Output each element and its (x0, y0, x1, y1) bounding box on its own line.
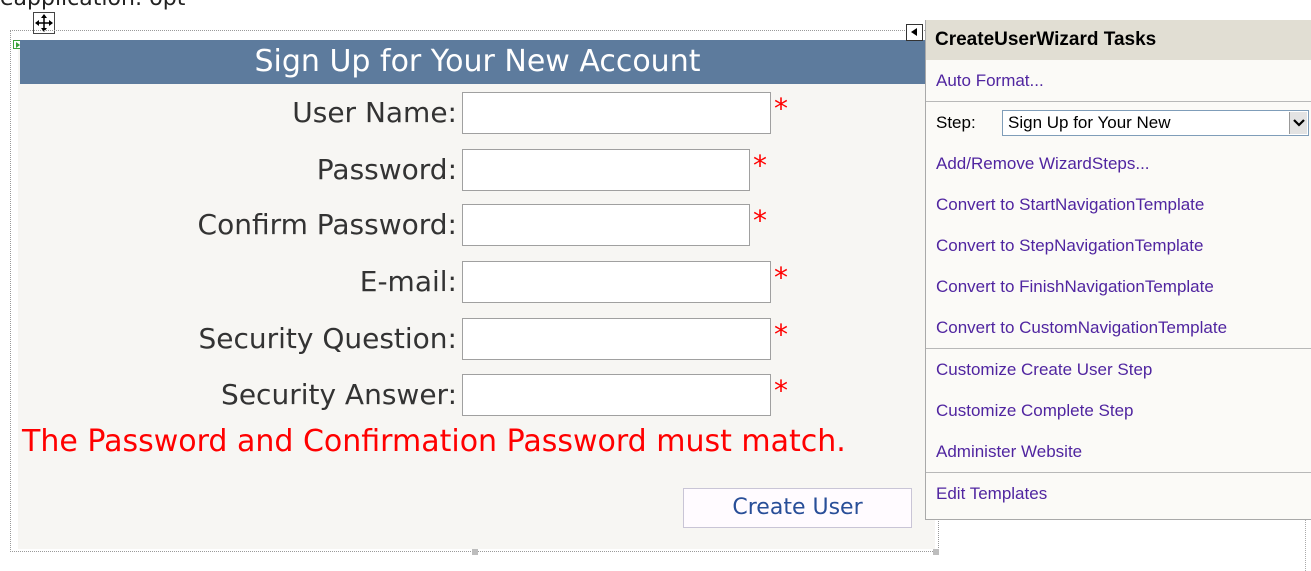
required-marker: * (774, 374, 788, 407)
convert-custom-navigation-link[interactable]: Convert to CustomNavigationTemplate (926, 307, 1311, 348)
confirm-password-label: Confirm Password: (197, 208, 457, 241)
administer-website-link[interactable]: Administer Website (926, 431, 1311, 472)
user-name-input[interactable] (462, 92, 771, 134)
step-label: Step: (936, 113, 976, 132)
step-row: Step: Sign Up for Your New (926, 101, 1311, 143)
password-label: Password: (316, 153, 457, 186)
collapse-arrow-icon[interactable] (906, 24, 923, 41)
security-question-input[interactable] (462, 318, 771, 360)
confirm-password-input[interactable] (462, 204, 750, 246)
resize-handle[interactable] (472, 549, 478, 555)
email-input[interactable] (462, 261, 771, 303)
password-input[interactable] (462, 149, 750, 191)
password-mismatch-error: The Password and Confirmation Password m… (22, 424, 846, 459)
auto-format-link[interactable]: Auto Format... (926, 60, 1311, 101)
top-caption: eapplication: opt (0, 0, 185, 11)
user-name-label: User Name: (292, 96, 457, 129)
required-marker: * (753, 149, 767, 182)
required-marker: * (753, 204, 767, 237)
customize-complete-step-link[interactable]: Customize Complete Step (926, 390, 1311, 431)
divider (1305, 520, 1307, 571)
security-answer-label: Security Answer: (221, 378, 457, 411)
required-marker: * (774, 318, 788, 351)
convert-finish-navigation-link[interactable]: Convert to FinishNavigationTemplate (926, 266, 1311, 307)
security-question-label: Security Question: (198, 322, 457, 355)
security-answer-input[interactable] (462, 374, 771, 416)
wizard-header: Sign Up for Your New Account (20, 40, 935, 84)
required-marker: * (774, 261, 788, 294)
chevron-down-icon[interactable] (1289, 112, 1307, 134)
required-marker: * (774, 92, 788, 125)
tasks-panel-title: CreateUserWizard Tasks (926, 20, 1311, 60)
step-select[interactable]: Sign Up for Your New (1002, 110, 1309, 136)
create-user-button[interactable]: Create User (683, 488, 912, 528)
tasks-panel: CreateUserWizard Tasks Auto Format... St… (925, 20, 1311, 520)
add-remove-wizardsteps-link[interactable]: Add/Remove WizardSteps... (926, 143, 1311, 184)
edit-templates-link[interactable]: Edit Templates (926, 472, 1311, 514)
customize-create-user-step-link[interactable]: Customize Create User Step (926, 348, 1311, 390)
convert-start-navigation-link[interactable]: Convert to StartNavigationTemplate (926, 184, 1311, 225)
resize-handle[interactable] (933, 549, 939, 555)
step-select-value: Sign Up for Your New (1008, 113, 1171, 132)
convert-step-navigation-link[interactable]: Convert to StepNavigationTemplate (926, 225, 1311, 266)
email-label: E-mail: (359, 265, 457, 298)
